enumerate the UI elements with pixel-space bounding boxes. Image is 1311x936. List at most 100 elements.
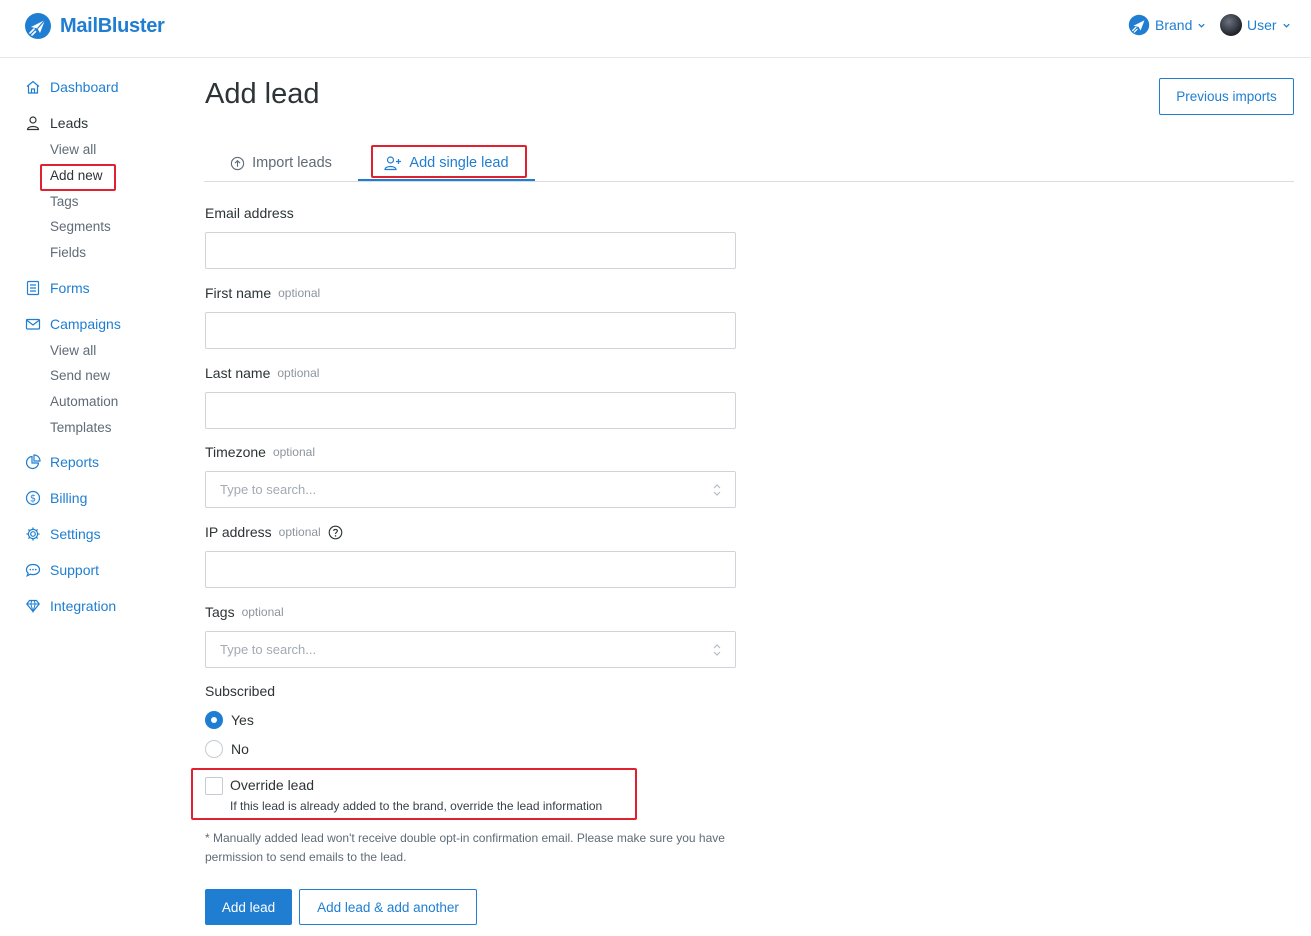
sidebar-item-support[interactable]: Support	[25, 562, 99, 578]
app-logo[interactable]: MailBluster	[24, 12, 165, 40]
tab-label: Add single lead	[409, 155, 509, 171]
sidebar-sub-leads-segments[interactable]: Segments	[50, 219, 111, 234]
chevron-down-icon	[1198, 23, 1206, 28]
app-name: MailBluster	[60, 14, 165, 37]
svg-text:$: $	[30, 494, 36, 505]
timezone-label: Timezone optional	[205, 444, 315, 460]
subscribed-label: Subscribed	[205, 683, 275, 699]
label-text: Last name	[205, 365, 271, 381]
chevron-down-icon	[1282, 23, 1290, 28]
optional-tag: optional	[241, 605, 284, 619]
sidebar-item-label: Dashboard	[50, 79, 119, 95]
tabs-divider	[204, 181, 1294, 182]
sidebar-item-reports[interactable]: Reports	[25, 454, 99, 470]
first-name-label: First name optional	[205, 285, 320, 301]
email-field[interactable]	[205, 232, 736, 269]
chat-bubble-icon	[25, 563, 41, 578]
sidebar-item-billing[interactable]: $ Billing	[25, 490, 87, 506]
sidebar-sub-leads-fields[interactable]: Fields	[50, 245, 86, 260]
user-menu[interactable]: User	[1220, 14, 1291, 36]
sidebar-item-settings[interactable]: Settings	[25, 526, 101, 542]
optional-tag: optional	[277, 366, 320, 380]
page-title: Add lead	[205, 78, 320, 110]
sidebar-item-label: Reports	[50, 454, 100, 470]
previous-imports-button[interactable]: Previous imports	[1159, 78, 1294, 115]
sidebar-sub-campaigns-automation[interactable]: Automation	[50, 394, 118, 409]
tags-label: Tags optional	[205, 604, 284, 620]
select-arrows-icon	[713, 484, 721, 496]
label-text: Subscribed	[205, 683, 276, 699]
double-optin-note: * Manually added lead won't receive doub…	[205, 831, 725, 864]
first-name-field[interactable]	[205, 312, 736, 349]
top-header: MailBluster Brand User	[0, 0, 1311, 58]
sidebar-item-campaigns[interactable]: Campaigns	[25, 316, 121, 332]
add-lead-button[interactable]: Add lead	[205, 889, 292, 925]
subscribed-no-radio[interactable]: No	[205, 740, 249, 758]
last-name-label: Last name optional	[205, 365, 319, 381]
sidebar-item-leads[interactable]: Leads	[25, 115, 88, 131]
sidebar-item-label: Forms	[50, 280, 90, 296]
radio-unchecked[interactable]	[205, 740, 223, 758]
sidebar-item-dashboard[interactable]: Dashboard	[25, 79, 119, 95]
tab-import-leads[interactable]: Import leads	[204, 146, 358, 180]
label-text: Tags	[205, 604, 235, 620]
override-lead-help: If this lead is already added to the bra…	[230, 799, 603, 813]
sidebar-item-label: Support	[50, 562, 100, 578]
avatar	[1220, 14, 1242, 36]
tags-placeholder: Type to search...	[220, 642, 317, 657]
sidebar-item-label: Settings	[50, 526, 101, 542]
sidebar-sub-campaigns-send-new[interactable]: Send new	[50, 368, 110, 383]
email-label: Email address	[205, 205, 294, 221]
add-lead-and-another-button[interactable]: Add lead & add another	[299, 889, 477, 925]
optional-tag: optional	[272, 445, 315, 459]
sidebar-sub-leads-tags[interactable]: Tags	[50, 194, 79, 209]
sidebar-item-label: Leads	[50, 115, 89, 131]
override-lead-label[interactable]: Override lead	[230, 777, 314, 793]
pie-chart-icon	[25, 454, 41, 470]
ip-address-field[interactable]	[205, 551, 736, 588]
timezone-placeholder: Type to search...	[220, 482, 317, 497]
sidebar-item-forms[interactable]: Forms	[25, 280, 90, 296]
last-name-field[interactable]	[205, 392, 736, 429]
brand-logo-icon	[1128, 14, 1150, 36]
subscribed-yes-radio[interactable]: Yes	[205, 711, 254, 729]
paper-plane-logo-icon	[25, 13, 51, 39]
sidebar-item-label: Billing	[50, 490, 88, 506]
sidebar-item-label: Integration	[50, 598, 117, 614]
radio-checked[interactable]	[205, 711, 223, 729]
sidebar-sub-leads-add-new[interactable]: Add new	[50, 168, 103, 183]
diamond-icon	[26, 599, 40, 614]
help-circle-icon[interactable]	[328, 525, 343, 540]
home-icon	[26, 80, 40, 94]
label-text: Email address	[205, 205, 294, 221]
optional-tag: optional	[278, 525, 321, 539]
upload-circle-icon	[230, 156, 245, 170]
radio-label: Yes	[231, 712, 254, 728]
select-arrows-icon	[713, 644, 721, 656]
dollar-circle-icon: $	[25, 490, 41, 506]
sidebar-item-label: Campaigns	[50, 316, 121, 332]
sidebar-sub-leads-view-all[interactable]: View all	[50, 142, 96, 157]
tags-select[interactable]: Type to search...	[205, 631, 736, 668]
user-plus-icon	[384, 156, 402, 171]
sidebar-sub-campaigns-templates[interactable]: Templates	[50, 420, 112, 435]
ip-address-label: IP address optional	[205, 524, 343, 540]
sidebar-sub-campaigns-view-all[interactable]: View all	[50, 343, 96, 358]
label-text: IP address	[205, 524, 272, 540]
form-icon	[26, 280, 40, 296]
label-text: First name	[205, 285, 272, 301]
override-lead-checkbox[interactable]	[205, 777, 223, 795]
tab-add-single-lead[interactable]: Add single lead	[358, 146, 535, 180]
gear-icon	[26, 527, 40, 541]
optional-tag: optional	[278, 286, 321, 300]
user-icon	[26, 116, 40, 131]
envelope-icon	[25, 318, 41, 330]
brand-menu[interactable]: Brand	[1128, 14, 1206, 36]
timezone-select[interactable]: Type to search...	[205, 471, 736, 508]
active-tab-underline	[358, 179, 535, 181]
label-text: Timezone	[205, 444, 266, 460]
radio-label: No	[231, 741, 249, 757]
tab-label: Import leads	[252, 155, 332, 171]
user-label: User	[1247, 17, 1277, 33]
sidebar-item-integration[interactable]: Integration	[25, 598, 116, 614]
